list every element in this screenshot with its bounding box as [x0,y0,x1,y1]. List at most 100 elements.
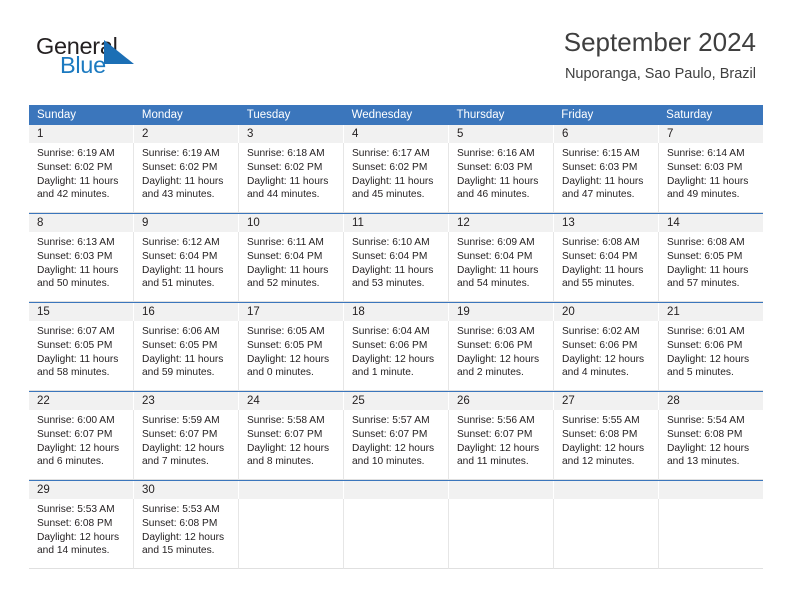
day-cell[interactable]: Sunrise: 6:17 AM Sunset: 6:02 PM Daylight:… [344,143,449,213]
day-cell-empty [554,499,659,569]
day-cell[interactable]: Sunrise: 6:19 AM Sunset: 6:02 PM Daylight:… [29,143,134,213]
day-cell[interactable]: Sunrise: 6:11 AM Sunset: 6:04 PM Daylight:… [239,232,344,302]
day-cell[interactable]: Sunrise: 5:59 AM Sunset: 6:07 PM Daylight:… [134,410,239,480]
weekday-header-saturday: Saturday [666,109,713,121]
day-detail-line: Sunrise: 6:07 AM [37,326,115,337]
day-detail-line: Sunset: 6:04 PM [562,250,638,262]
day-detail-line: Sunset: 6:05 PM [667,250,743,262]
day-cell[interactable]: Sunrise: 6:13 AM Sunset: 6:03 PM Daylight:… [29,232,134,302]
day-number[interactable]: 22 [29,392,134,410]
day-number[interactable]: 10 [239,214,344,232]
day-cell[interactable]: Sunrise: 6:19 AM Sunset: 6:02 PM Daylight:… [134,143,239,213]
day-detail-line: Sunrise: 5:55 AM [562,415,640,426]
day-cell[interactable]: Sunrise: 6:08 AM Sunset: 6:05 PM Daylight:… [659,232,763,302]
day-cell[interactable]: Sunrise: 5:55 AM Sunset: 6:08 PM Daylight:… [554,410,659,480]
day-number[interactable]: 28 [659,392,763,410]
day-number[interactable]: 11 [344,214,449,232]
day-detail-line: Sunrise: 5:56 AM [457,415,535,426]
weekday-header-thursday: Thursday [456,109,505,121]
day-detail-line: Sunset: 6:03 PM [457,161,533,173]
day-cell[interactable]: Sunrise: 6:03 AM Sunset: 6:06 PM Daylight:… [449,321,554,391]
day-detail-line: Sunset: 6:07 PM [247,428,323,440]
day-number[interactable]: 27 [554,392,659,410]
day-number[interactable]: 7 [659,125,763,143]
week-daynumber-band: 8 9 10 11 12 13 14 [29,214,763,232]
brand-logo[interactable]: General Blue [36,33,216,85]
weekday-header-tuesday: Tuesday [246,109,291,121]
day-number[interactable]: 1 [29,125,134,143]
day-cell[interactable]: Sunrise: 5:53 AM Sunset: 6:08 PM Daylight:… [29,499,134,569]
day-number[interactable]: 9 [134,214,239,232]
day-detail-line: Daylight: 11 hours [457,264,539,276]
day-number[interactable]: 24 [239,392,344,410]
day-number[interactable]: 2 [134,125,239,143]
day-detail-line: Daylight: 12 hours [247,353,330,365]
day-cell[interactable]: Sunrise: 6:01 AM Sunset: 6:06 PM Daylight:… [659,321,763,391]
day-detail-line: Sunrise: 6:06 AM [142,326,220,337]
day-number[interactable]: 23 [134,392,239,410]
day-number[interactable]: 16 [134,303,239,321]
day-number[interactable]: 26 [449,392,554,410]
day-number[interactable]: 3 [239,125,344,143]
day-detail-line: and 47 minutes. [562,189,635,201]
day-cell[interactable]: Sunrise: 6:15 AM Sunset: 6:03 PM Daylight:… [554,143,659,213]
day-cell[interactable]: Sunrise: 6:08 AM Sunset: 6:04 PM Daylight:… [554,232,659,302]
day-detail-line: Daylight: 12 hours [562,353,645,365]
day-detail-line: Sunset: 6:05 PM [37,339,113,351]
day-cell[interactable]: Sunrise: 5:54 AM Sunset: 6:08 PM Daylight:… [659,410,763,480]
day-number[interactable]: 30 [134,481,239,499]
day-number[interactable]: 13 [554,214,659,232]
day-cell[interactable]: Sunrise: 6:05 AM Sunset: 6:05 PM Daylight:… [239,321,344,391]
day-number[interactable]: 20 [554,303,659,321]
day-number[interactable]: 15 [29,303,134,321]
day-detail-line: Sunset: 6:04 PM [142,250,218,262]
day-detail-line: Sunrise: 6:08 AM [562,237,640,248]
day-number[interactable]: 4 [344,125,449,143]
day-cell[interactable]: Sunrise: 6:06 AM Sunset: 6:05 PM Daylight:… [134,321,239,391]
day-number[interactable]: 19 [449,303,554,321]
day-cell[interactable]: Sunrise: 5:53 AM Sunset: 6:08 PM Daylight:… [134,499,239,569]
day-number[interactable]: 12 [449,214,554,232]
day-number[interactable]: 29 [29,481,134,499]
day-cell[interactable]: Sunrise: 5:57 AM Sunset: 6:07 PM Daylight:… [344,410,449,480]
day-detail-line: and 59 minutes. [142,367,215,379]
day-detail-line: Sunrise: 6:12 AM [142,237,220,248]
day-number[interactable]: 18 [344,303,449,321]
day-detail-line: Sunset: 6:02 PM [352,161,428,173]
day-cell[interactable]: Sunrise: 5:56 AM Sunset: 6:07 PM Daylight:… [449,410,554,480]
day-detail-line: Sunrise: 6:00 AM [37,415,115,426]
day-cell[interactable]: Sunrise: 6:02 AM Sunset: 6:06 PM Daylight:… [554,321,659,391]
day-number[interactable]: 6 [554,125,659,143]
day-detail-line: Sunrise: 5:59 AM [142,415,220,426]
day-detail-line: Sunset: 6:05 PM [247,339,323,351]
day-detail-line: Sunrise: 6:18 AM [247,148,325,159]
day-number[interactable]: 14 [659,214,763,232]
day-number[interactable]: 17 [239,303,344,321]
day-detail-line: Sunset: 6:03 PM [667,161,743,173]
day-detail-line: Daylight: 12 hours [457,442,540,454]
day-cell[interactable]: Sunrise: 6:14 AM Sunset: 6:03 PM Daylight:… [659,143,763,213]
day-cell[interactable]: Sunrise: 6:00 AM Sunset: 6:07 PM Daylight:… [29,410,134,480]
day-number[interactable]: 21 [659,303,763,321]
day-cell[interactable]: Sunrise: 5:58 AM Sunset: 6:07 PM Daylight:… [239,410,344,480]
day-cell[interactable]: Sunrise: 6:09 AM Sunset: 6:04 PM Daylight:… [449,232,554,302]
day-cell[interactable]: Sunrise: 6:16 AM Sunset: 6:03 PM Daylight:… [449,143,554,213]
weekday-header-row: Sunday Monday Tuesday Wednesday Thursday Frid… [29,105,763,125]
day-detail-line: Daylight: 12 hours [667,442,750,454]
day-detail-line: Sunrise: 6:10 AM [352,237,430,248]
day-number[interactable]: 5 [449,125,554,143]
day-detail-line: Sunrise: 6:02 AM [562,326,640,337]
day-detail-line: and 55 minutes. [562,278,635,290]
day-number[interactable]: 25 [344,392,449,410]
day-number[interactable]: 8 [29,214,134,232]
day-cell[interactable]: Sunrise: 6:07 AM Sunset: 6:05 PM Daylight:… [29,321,134,391]
day-detail-line: Sunset: 6:02 PM [37,161,113,173]
day-detail-line: and 53 minutes. [352,278,425,290]
day-number-empty [239,481,344,499]
day-cell[interactable]: Sunrise: 6:18 AM Sunset: 6:02 PM Daylight:… [239,143,344,213]
day-cell[interactable]: Sunrise: 6:12 AM Sunset: 6:04 PM Daylight:… [134,232,239,302]
day-cell-empty [449,499,554,569]
day-detail-line: and 0 minutes. [247,367,314,379]
day-cell[interactable]: Sunrise: 6:04 AM Sunset: 6:06 PM Daylight:… [344,321,449,391]
day-cell[interactable]: Sunrise: 6:10 AM Sunset: 6:04 PM Daylight:… [344,232,449,302]
